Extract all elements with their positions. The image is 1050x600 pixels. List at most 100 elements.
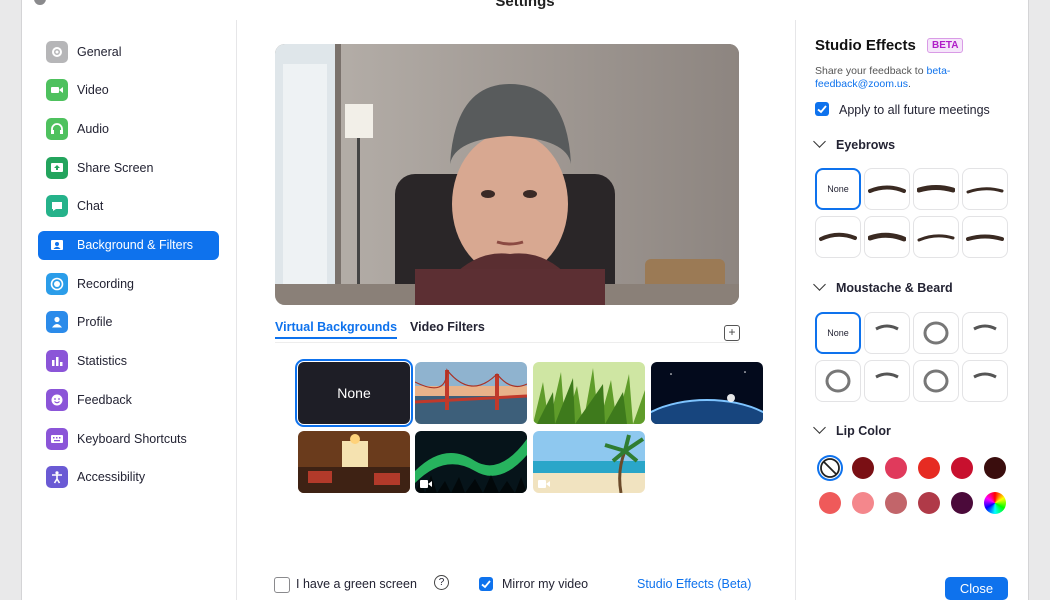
lip-color-swatch[interactable]	[918, 457, 940, 479]
eyebrows-section-header[interactable]: Eyebrows	[813, 135, 896, 152]
eyebrow-shape-icon	[868, 232, 906, 242]
beard-option[interactable]	[962, 360, 1008, 402]
chevron-down-icon	[813, 278, 826, 291]
eyebrow-shape-icon	[868, 185, 906, 193]
accessibility-icon	[46, 466, 68, 489]
lip-color-swatch[interactable]	[984, 457, 1006, 479]
settings-sidebar: General Video Audio Share Screen Chat Backgro…	[22, 20, 237, 600]
chevron-down-icon	[813, 421, 826, 434]
eyebrow-option[interactable]	[815, 216, 861, 258]
mirror-video-label: Mirror my video	[502, 577, 589, 591]
lip-color-swatch[interactable]	[951, 492, 973, 514]
window-title: Settings	[495, 0, 555, 10]
sidebar-item-background-filters[interactable]: Background & Filters	[38, 230, 219, 260]
eyebrow-option[interactable]	[913, 216, 959, 258]
sidebar-item-statistics[interactable]: Statistics	[38, 347, 219, 376]
lip-color-none-icon[interactable]	[819, 457, 841, 479]
green-screen-checkbox[interactable]	[274, 577, 290, 593]
background-beach[interactable]	[533, 431, 645, 493]
beard-shape-icon	[875, 372, 899, 379]
preview-options: I have a green screen ? Mirror my video …	[274, 574, 754, 594]
title-bar: Settings	[22, 0, 1028, 20]
beta-badge: BETA	[927, 38, 964, 53]
checkmark-icon	[817, 105, 827, 114]
no-color-icon	[820, 458, 840, 478]
tab-virtual-backgrounds[interactable]: Virtual Backgrounds	[275, 320, 398, 339]
tab-video-filters[interactable]: Video Filters	[410, 320, 485, 334]
gear-icon	[46, 40, 68, 63]
background-golden-gate[interactable]	[415, 362, 527, 424]
sidebar-item-profile[interactable]: Profile	[38, 308, 219, 337]
eyebrow-option[interactable]: None	[815, 168, 861, 210]
sidebar-item-label: Chat	[77, 199, 104, 214]
sidebar-item-label: Accessibility	[77, 470, 146, 485]
lip-color-swatch[interactable]	[819, 492, 841, 514]
help-icon[interactable]: ?	[434, 575, 449, 590]
lip-color-swatch[interactable]	[918, 492, 940, 514]
studio-effects-link[interactable]: Studio Effects (Beta)	[637, 577, 751, 591]
add-background-button[interactable]: +	[724, 325, 740, 341]
close-button[interactable]: Close	[945, 577, 1008, 600]
sidebar-item-accessibility[interactable]: Accessibility	[38, 463, 219, 492]
headphones-icon	[46, 117, 68, 140]
beard-shape-icon	[973, 324, 997, 331]
tabs-divider	[275, 342, 739, 343]
background-tabs: Virtual Backgrounds Video Filters	[275, 320, 739, 343]
video-background-icon	[538, 480, 550, 488]
lip-color-swatch[interactable]	[951, 457, 973, 479]
sidebar-item-chat[interactable]: Chat	[38, 192, 219, 221]
eyebrow-option[interactable]	[913, 168, 959, 210]
sidebar-item-label: Video	[77, 83, 109, 98]
eyebrow-option[interactable]	[962, 216, 1008, 258]
beard-option[interactable]	[864, 360, 910, 402]
lobby-thumbnail	[298, 431, 410, 493]
sidebar-item-video[interactable]: Video	[38, 76, 219, 105]
beard-option[interactable]	[815, 360, 861, 402]
golden-gate-thumbnail	[415, 362, 527, 424]
beard-option[interactable]: None	[815, 312, 861, 354]
sidebar-item-label: Statistics	[77, 354, 128, 369]
lip-color-custom-icon[interactable]	[984, 492, 1006, 514]
checkmark-icon	[481, 580, 491, 589]
sidebar-item-recording[interactable]: Recording	[38, 269, 219, 298]
beard-title: Moustache & Beard	[836, 281, 953, 295]
eyebrows-title: Eyebrows	[836, 138, 896, 152]
beard-option[interactable]	[913, 312, 959, 354]
background-lobby[interactable]	[298, 431, 410, 493]
feedback-text: Share your feedback to beta-feedback@zoo…	[815, 65, 1005, 91]
mirror-video-checkbox[interactable]	[479, 577, 493, 591]
chat-bubble-icon	[46, 195, 68, 218]
beard-option[interactable]	[864, 312, 910, 354]
eyebrow-option[interactable]	[864, 216, 910, 258]
beard-option[interactable]	[913, 360, 959, 402]
background-grass[interactable]	[533, 362, 645, 424]
beard-shape-icon	[923, 369, 949, 393]
sidebar-item-keyboard-shortcuts[interactable]: Keyboard Shortcuts	[38, 424, 219, 453]
lip-color-swatch[interactable]	[852, 492, 874, 514]
beard-shape-icon	[875, 324, 899, 331]
keyboard-icon	[46, 427, 68, 450]
eyebrow-option[interactable]	[864, 168, 910, 210]
beard-shape-icon	[825, 369, 851, 393]
apply-future-meetings-checkbox[interactable]	[815, 102, 829, 116]
lip-color-swatch[interactable]	[852, 457, 874, 479]
background-aurora[interactable]	[415, 431, 527, 493]
sidebar-item-share-screen[interactable]: Share Screen	[38, 153, 219, 182]
camera-preview-image	[275, 44, 739, 305]
lip-color-swatch[interactable]	[885, 457, 907, 479]
sidebar-item-feedback[interactable]: Feedback	[38, 385, 219, 414]
sidebar-item-audio[interactable]: Audio	[38, 114, 219, 143]
sidebar-item-label: Recording	[77, 276, 134, 291]
beard-option[interactable]	[962, 312, 1008, 354]
background-earth[interactable]	[651, 362, 763, 424]
beard-section-header[interactable]: Moustache & Beard	[813, 278, 953, 295]
eyebrow-shape-icon	[917, 185, 955, 193]
eyebrow-shape-icon	[966, 187, 1004, 194]
eyebrow-option[interactable]	[962, 168, 1008, 210]
lip-color-section-header[interactable]: Lip Color	[813, 421, 891, 438]
background-none[interactable]: None	[295, 359, 413, 427]
feedback-prefix: Share your feedback to	[815, 65, 927, 77]
lip-color-swatch[interactable]	[885, 492, 907, 514]
sidebar-item-label: General	[77, 44, 122, 59]
sidebar-item-general[interactable]: General	[38, 37, 219, 66]
